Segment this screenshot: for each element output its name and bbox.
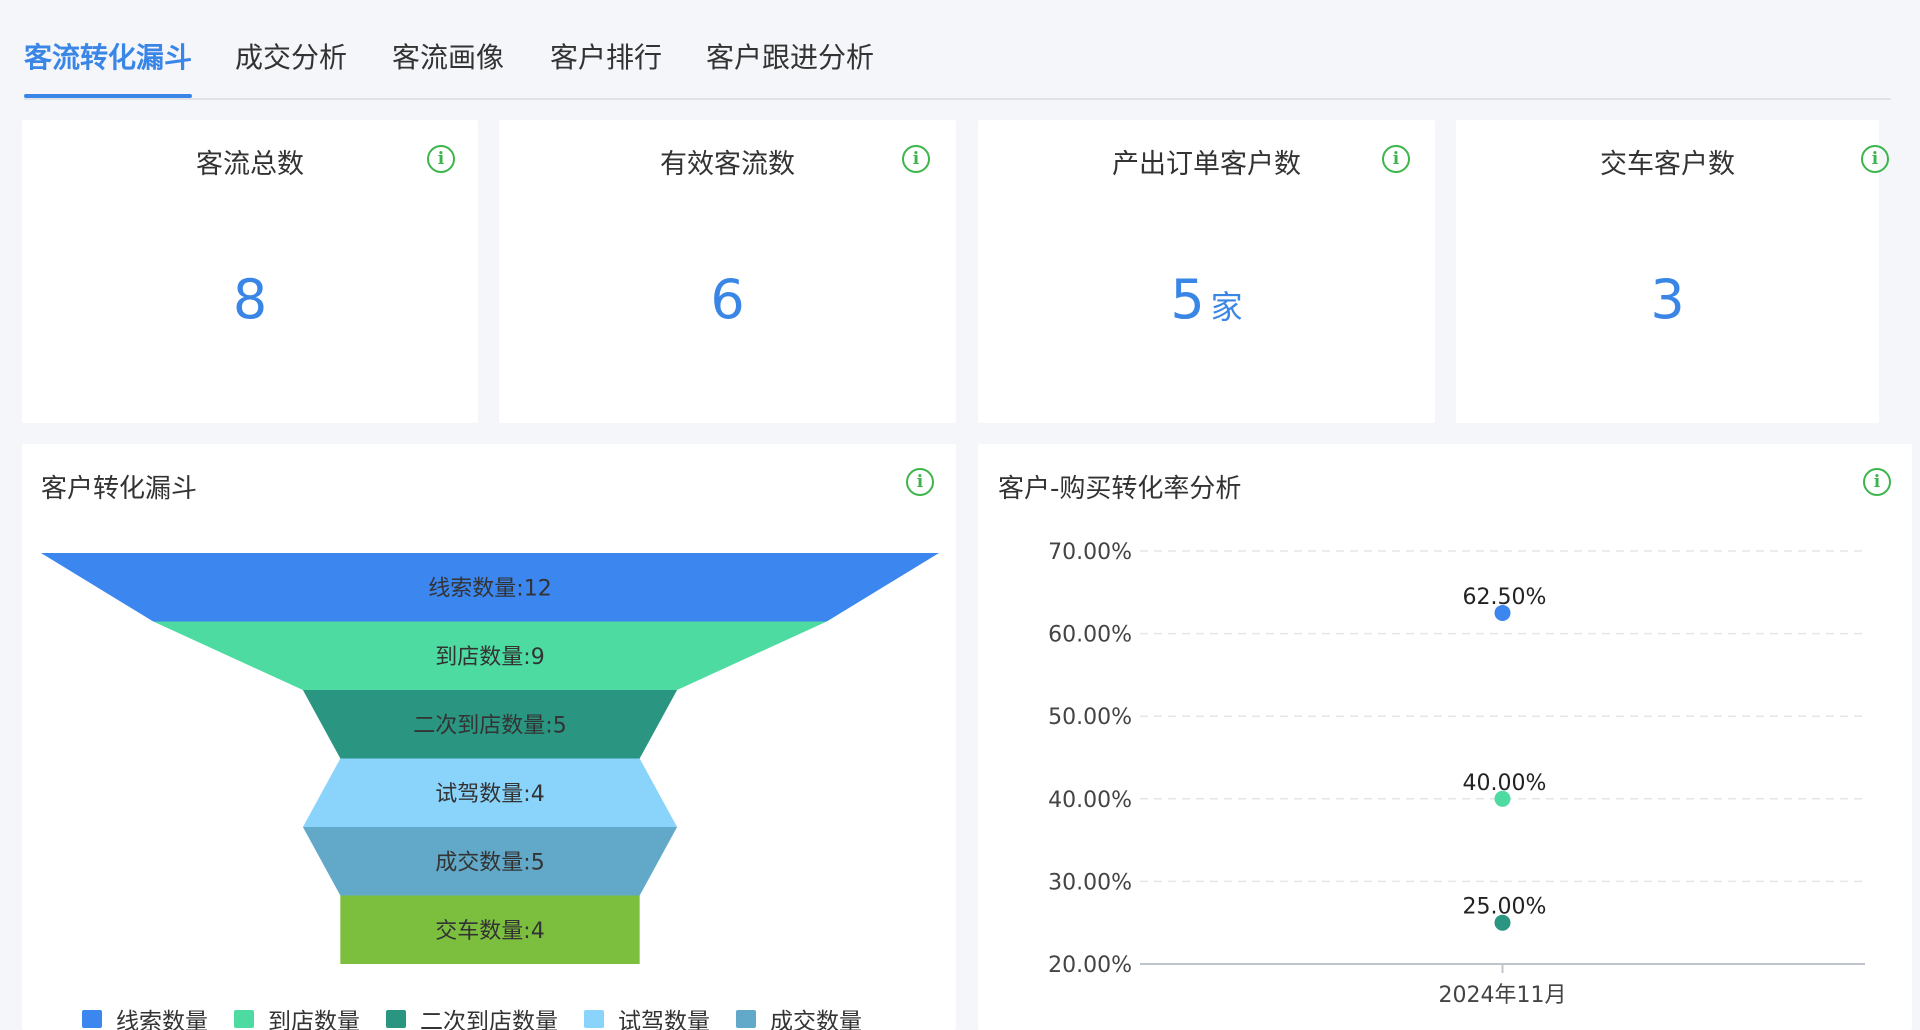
- x-tick-label: 2024年11月: [1439, 983, 1567, 1008]
- y-tick-label: 30.00%: [1048, 870, 1132, 895]
- conversion-rate-chart: 20.00% 30.00% 40.00% 50.00% 60.00% 70.00% 2024…: [1048, 540, 1865, 1008]
- data-label: 40.00%: [1463, 771, 1547, 796]
- y-tick-label: 50.00%: [1048, 705, 1132, 730]
- y-tick-label: 70.00%: [1048, 540, 1132, 565]
- y-tick-label: 60.00%: [1048, 623, 1132, 648]
- y-tick-label: 20.00%: [1048, 953, 1132, 978]
- y-tick-label: 40.00%: [1048, 788, 1132, 813]
- data-label: 25.00%: [1463, 895, 1547, 920]
- data-label: 62.50%: [1463, 585, 1547, 610]
